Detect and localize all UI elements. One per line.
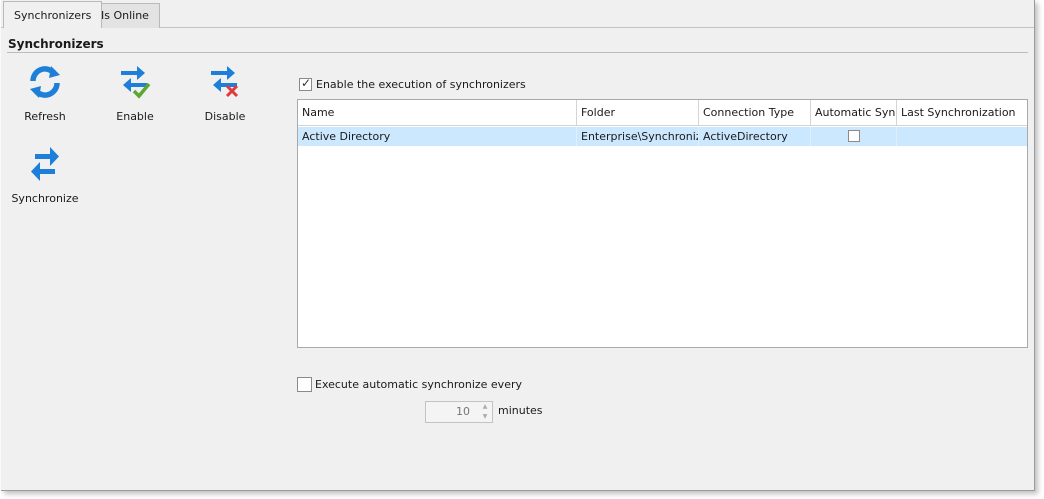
interval-stepper[interactable]: 10 ▲ ▼ xyxy=(425,401,493,423)
disable-label: Disable xyxy=(204,110,246,123)
cell-automatic-sync xyxy=(811,127,897,146)
interval-unit-label: minutes xyxy=(498,404,543,417)
enable-execution-checkbox[interactable]: ✓ xyxy=(299,75,312,91)
enable-execution-label: Enable the execution of synchronizers xyxy=(316,77,526,91)
auto-sync-row: Execute automatic synchronize every xyxy=(297,377,522,392)
tab-bar: Synchronizers Is Online xyxy=(1,0,1034,29)
column-header-folder[interactable]: Folder xyxy=(577,100,699,126)
synchronizers-grid: Name Folder Connection Type Automatic Sy… xyxy=(297,99,1028,348)
cell-connection-type: ActiveDirectory xyxy=(699,127,811,146)
column-header-connection-type[interactable]: Connection Type xyxy=(699,100,811,126)
refresh-button[interactable]: Refresh xyxy=(10,64,80,123)
synchronize-label: Synchronize xyxy=(11,192,79,205)
section-divider xyxy=(7,52,1028,53)
enable-icon xyxy=(121,66,151,99)
synchronize-button[interactable]: Synchronize xyxy=(10,146,80,205)
grid-header: Name Folder Connection Type Automatic Sy… xyxy=(298,100,1027,126)
section-title: Synchronizers xyxy=(8,37,104,51)
column-header-last-synchronization[interactable]: Last Synchronization xyxy=(897,100,1027,126)
cell-name: Active Directory xyxy=(298,127,577,146)
enable-label: Enable xyxy=(116,110,154,123)
refresh-icon xyxy=(30,66,60,98)
tab-synchronizers[interactable]: Synchronizers xyxy=(3,1,103,28)
stepper-up-icon[interactable]: ▲ xyxy=(478,402,492,412)
interval-value: 10 xyxy=(456,405,470,418)
automatic-sync-checkbox[interactable] xyxy=(847,130,860,142)
enable-button[interactable]: Enable xyxy=(100,64,170,123)
enable-execution-row: ✓ Enable the execution of synchronizers xyxy=(299,75,526,91)
auto-sync-checkbox[interactable] xyxy=(297,377,312,392)
refresh-label: Refresh xyxy=(24,110,66,123)
cell-last-synchronization xyxy=(897,127,1027,146)
column-header-name[interactable]: Name xyxy=(298,100,577,126)
disable-button[interactable]: Disable xyxy=(190,64,260,123)
table-row[interactable]: Active Directory Enterprise\Synchronizer… xyxy=(298,127,1027,146)
checkmark-icon: ✓ xyxy=(301,75,312,90)
synchronizers-window: Synchronizers Is Online Synchronizers Re… xyxy=(1,0,1035,491)
synchronize-icon xyxy=(31,147,59,181)
cell-folder: Enterprise\Synchronizer xyxy=(577,127,699,146)
auto-sync-label: Execute automatic synchronize every xyxy=(315,378,522,391)
stepper-down-icon[interactable]: ▼ xyxy=(478,412,492,422)
column-header-automatic-sync[interactable]: Automatic Sync xyxy=(811,100,897,126)
stepper-arrows: ▲ ▼ xyxy=(478,402,492,422)
disable-icon xyxy=(211,66,239,98)
